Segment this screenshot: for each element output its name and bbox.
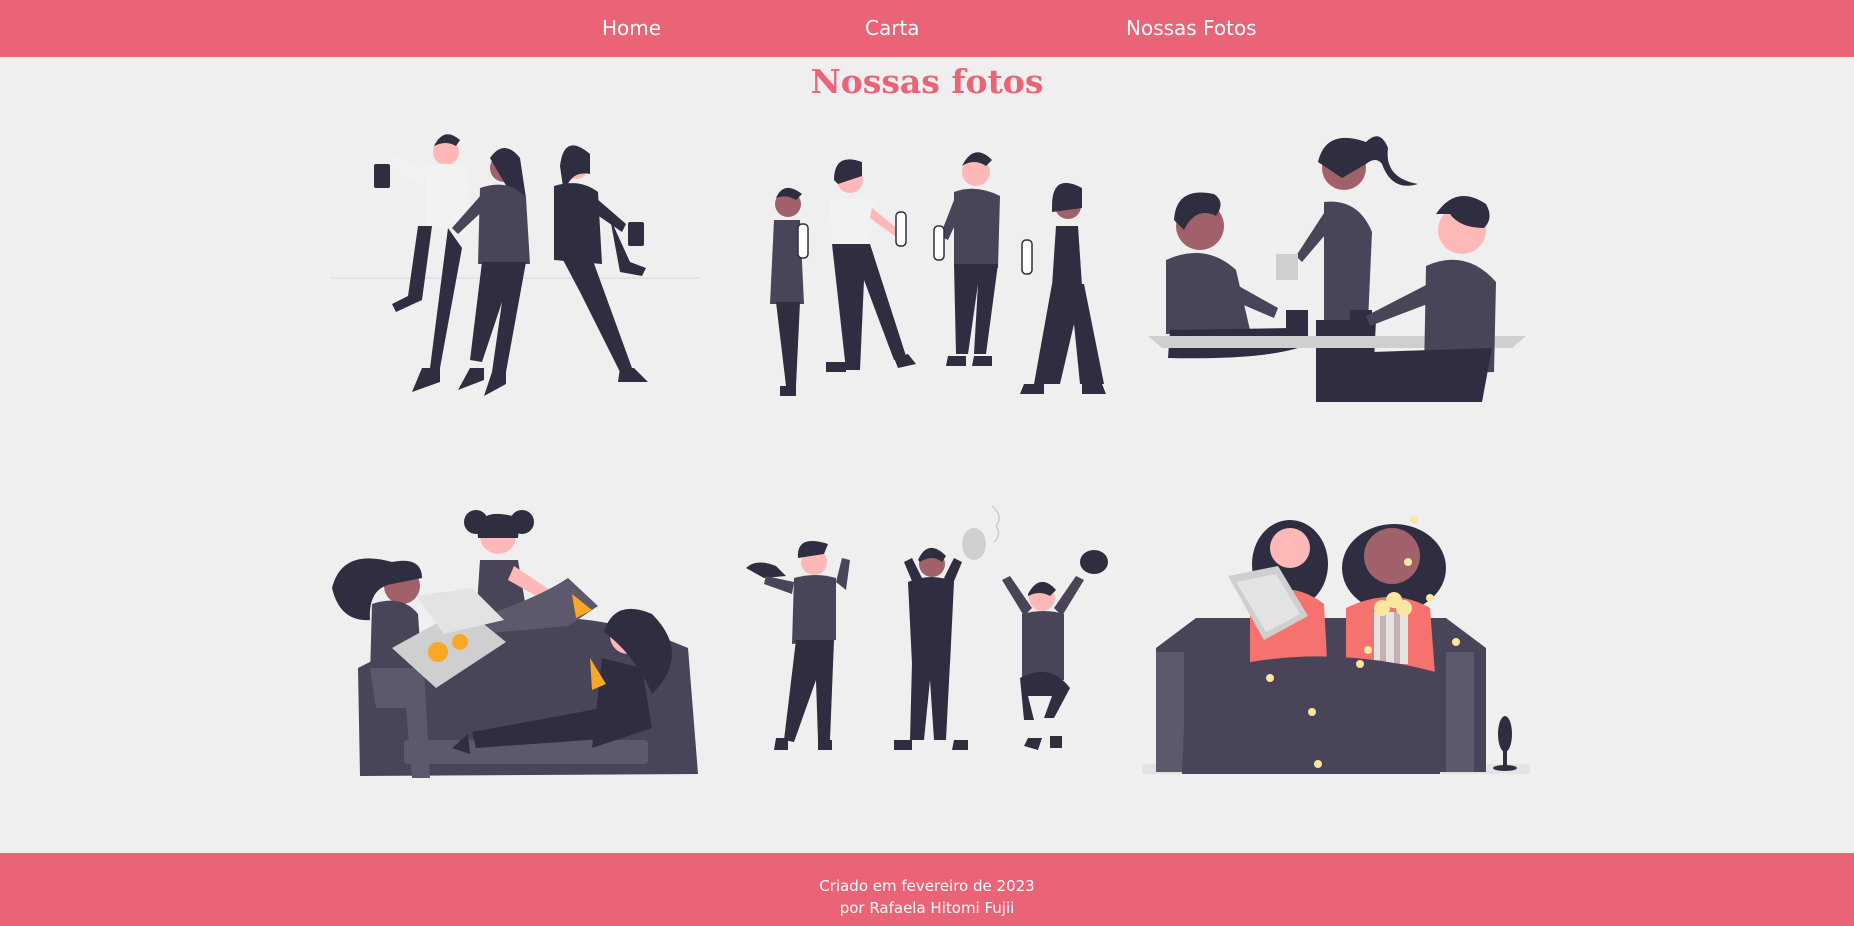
friends-movie-night-illustration[interactable] bbox=[1142, 512, 1532, 774]
page-title: Nossas fotos bbox=[810, 62, 1044, 101]
friends-pizza-sofa-illustration[interactable] bbox=[332, 508, 706, 778]
top-navbar: Home Carta Nossas Fotos bbox=[0, 0, 1854, 57]
friends-drinking-illustration[interactable] bbox=[748, 150, 1118, 400]
friends-cheering-illustration[interactable] bbox=[746, 502, 1116, 774]
friends-cafe-illustration[interactable] bbox=[1148, 130, 1528, 402]
nav-home-link[interactable]: Home bbox=[602, 0, 661, 57]
site-footer: Criado em fevereiro de 2023 por Rafaela … bbox=[0, 853, 1854, 926]
footer-author-text: por Rafaela Hitomi Fujii bbox=[839, 899, 1015, 917]
nav-carta-link[interactable]: Carta bbox=[865, 0, 920, 57]
footer-created-text: Criado em fevereiro de 2023 bbox=[819, 877, 1035, 895]
nav-nossas-fotos-link[interactable]: Nossas Fotos bbox=[1126, 0, 1257, 57]
friends-dancing-illustration[interactable] bbox=[330, 128, 700, 403]
